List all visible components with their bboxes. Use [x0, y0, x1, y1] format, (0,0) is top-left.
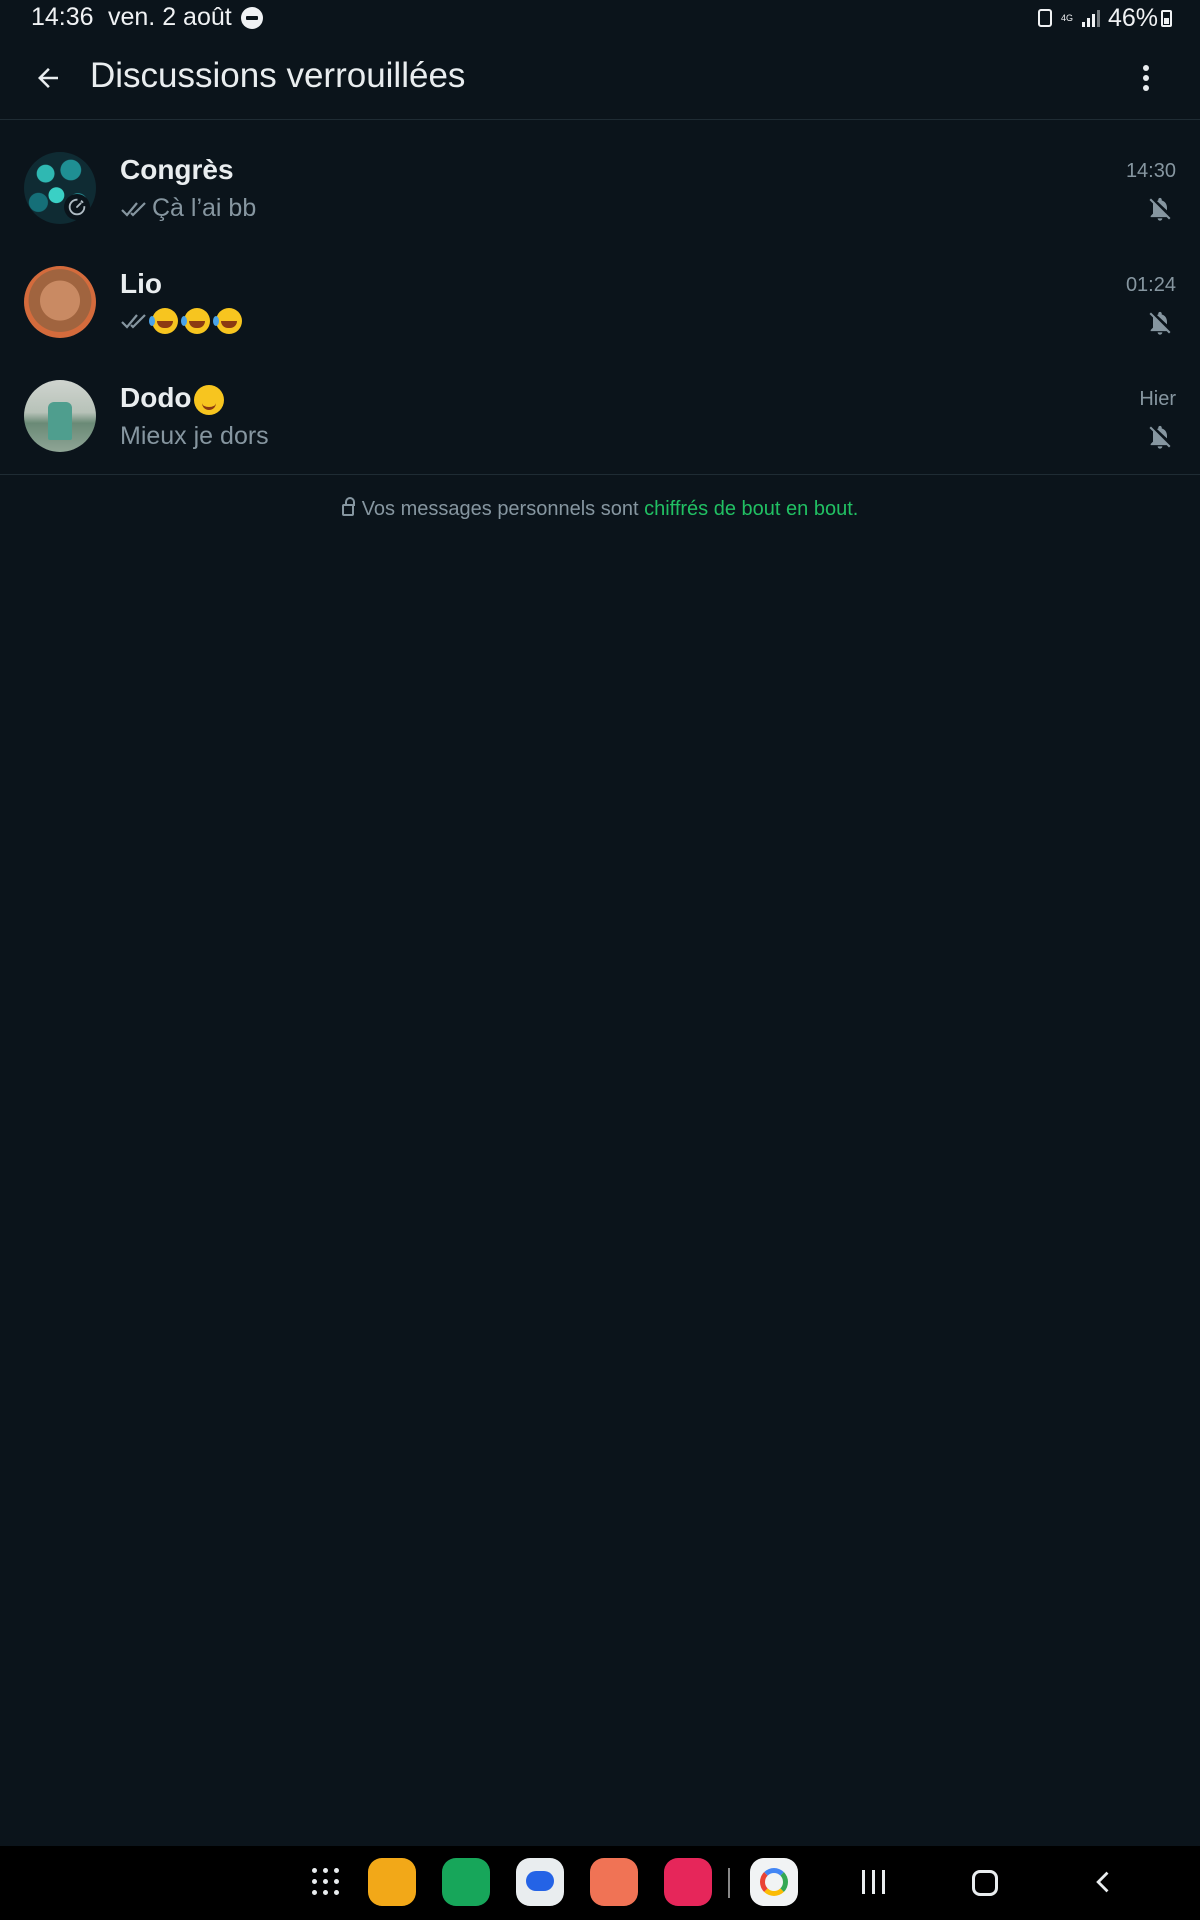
chat-name: Lio [120, 268, 162, 299]
chat-preview-text: Mieux je dors [120, 422, 269, 450]
camera-app-icon[interactable] [664, 1858, 712, 1906]
avatar[interactable] [24, 266, 96, 338]
more-options-button[interactable] [1122, 54, 1170, 102]
home-button[interactable] [972, 1870, 998, 1896]
chat-name: Congrès [120, 154, 234, 185]
smiling-blush-emoji-icon [193, 384, 224, 415]
chat-preview: Mieux je dors [120, 422, 269, 451]
muted-bell-icon [1149, 197, 1171, 221]
navigation-bar [0, 1846, 1200, 1920]
app-bar: Discussions verrouillées [0, 36, 1200, 120]
status-bar: 14:36 ven. 2 août 4G 46% [0, 0, 1200, 36]
status-right: 4G 46% [1037, 3, 1172, 33]
chat-preview-text: Çà l’ai bb [152, 194, 257, 222]
nav-back-button[interactable] [1090, 1868, 1118, 1896]
rolling-laughing-emoji-icon [181, 308, 210, 334]
muted-bell-icon [1149, 311, 1171, 335]
double-check-icon [121, 314, 146, 329]
chat-row[interactable]: Lio 01:24 [0, 246, 1200, 360]
battery-level: 46% [1107, 3, 1158, 32]
chat-time: Hier [1139, 388, 1176, 410]
more-vert-icon [1143, 65, 1149, 71]
avatar[interactable] [24, 380, 96, 452]
page-title: Discussions verrouillées [90, 56, 466, 95]
battery-icon [1161, 9, 1172, 27]
muted-bell-icon [1149, 425, 1171, 449]
phone-app-icon[interactable] [442, 1858, 490, 1906]
encryption-note: Vos messages personnels sont chiffrés de… [0, 497, 1200, 521]
lock-icon [341, 497, 355, 516]
disappearing-timer-icon [64, 194, 90, 220]
status-time: 14:36 [31, 3, 94, 31]
rolling-laughing-emoji-icon [213, 308, 242, 334]
chat-preview [120, 308, 244, 334]
divider [0, 474, 1200, 475]
encryption-suffix: . [852, 498, 859, 520]
chat-list: Congrès Çà l’ai bb 14:30 Lio 01:24 Dodo … [0, 132, 1200, 474]
chat-row[interactable]: Congrès Çà l’ai bb 14:30 [0, 132, 1200, 246]
rolling-laughing-emoji-icon [149, 308, 178, 334]
chat-name-text: Dodo [120, 382, 192, 413]
double-check-icon [121, 201, 146, 217]
do-not-disturb-icon [241, 7, 263, 29]
app-drawer-icon[interactable] [312, 1868, 340, 1896]
signal-icon [1081, 9, 1100, 27]
chat-time: 14:30 [1125, 160, 1176, 182]
network-type: 4G [1060, 12, 1073, 23]
files-app-icon[interactable] [368, 1858, 416, 1906]
messages-app-icon[interactable] [516, 1858, 564, 1906]
chat-time: 01:24 [1125, 274, 1176, 296]
contacts-app-icon[interactable] [590, 1858, 638, 1906]
back-button[interactable] [24, 54, 72, 102]
screen: 14:36 ven. 2 août 4G 46% Discussions ver… [0, 0, 1200, 1920]
arrow-left-icon [38, 68, 58, 88]
encryption-text: Vos messages personnels sont [361, 498, 645, 520]
google-app-icon[interactable] [750, 1858, 798, 1906]
nfc-icon [1037, 9, 1052, 27]
dock-separator [728, 1868, 730, 1898]
encryption-link[interactable]: chiffrés de bout en bout [644, 498, 853, 520]
status-date: ven. 2 août [108, 3, 232, 31]
chat-preview: Çà l’ai bb [120, 194, 256, 223]
chat-name: Dodo [120, 382, 224, 415]
chat-row[interactable]: Dodo Mieux je dors Hier [0, 360, 1200, 474]
recents-button[interactable] [862, 1870, 885, 1894]
